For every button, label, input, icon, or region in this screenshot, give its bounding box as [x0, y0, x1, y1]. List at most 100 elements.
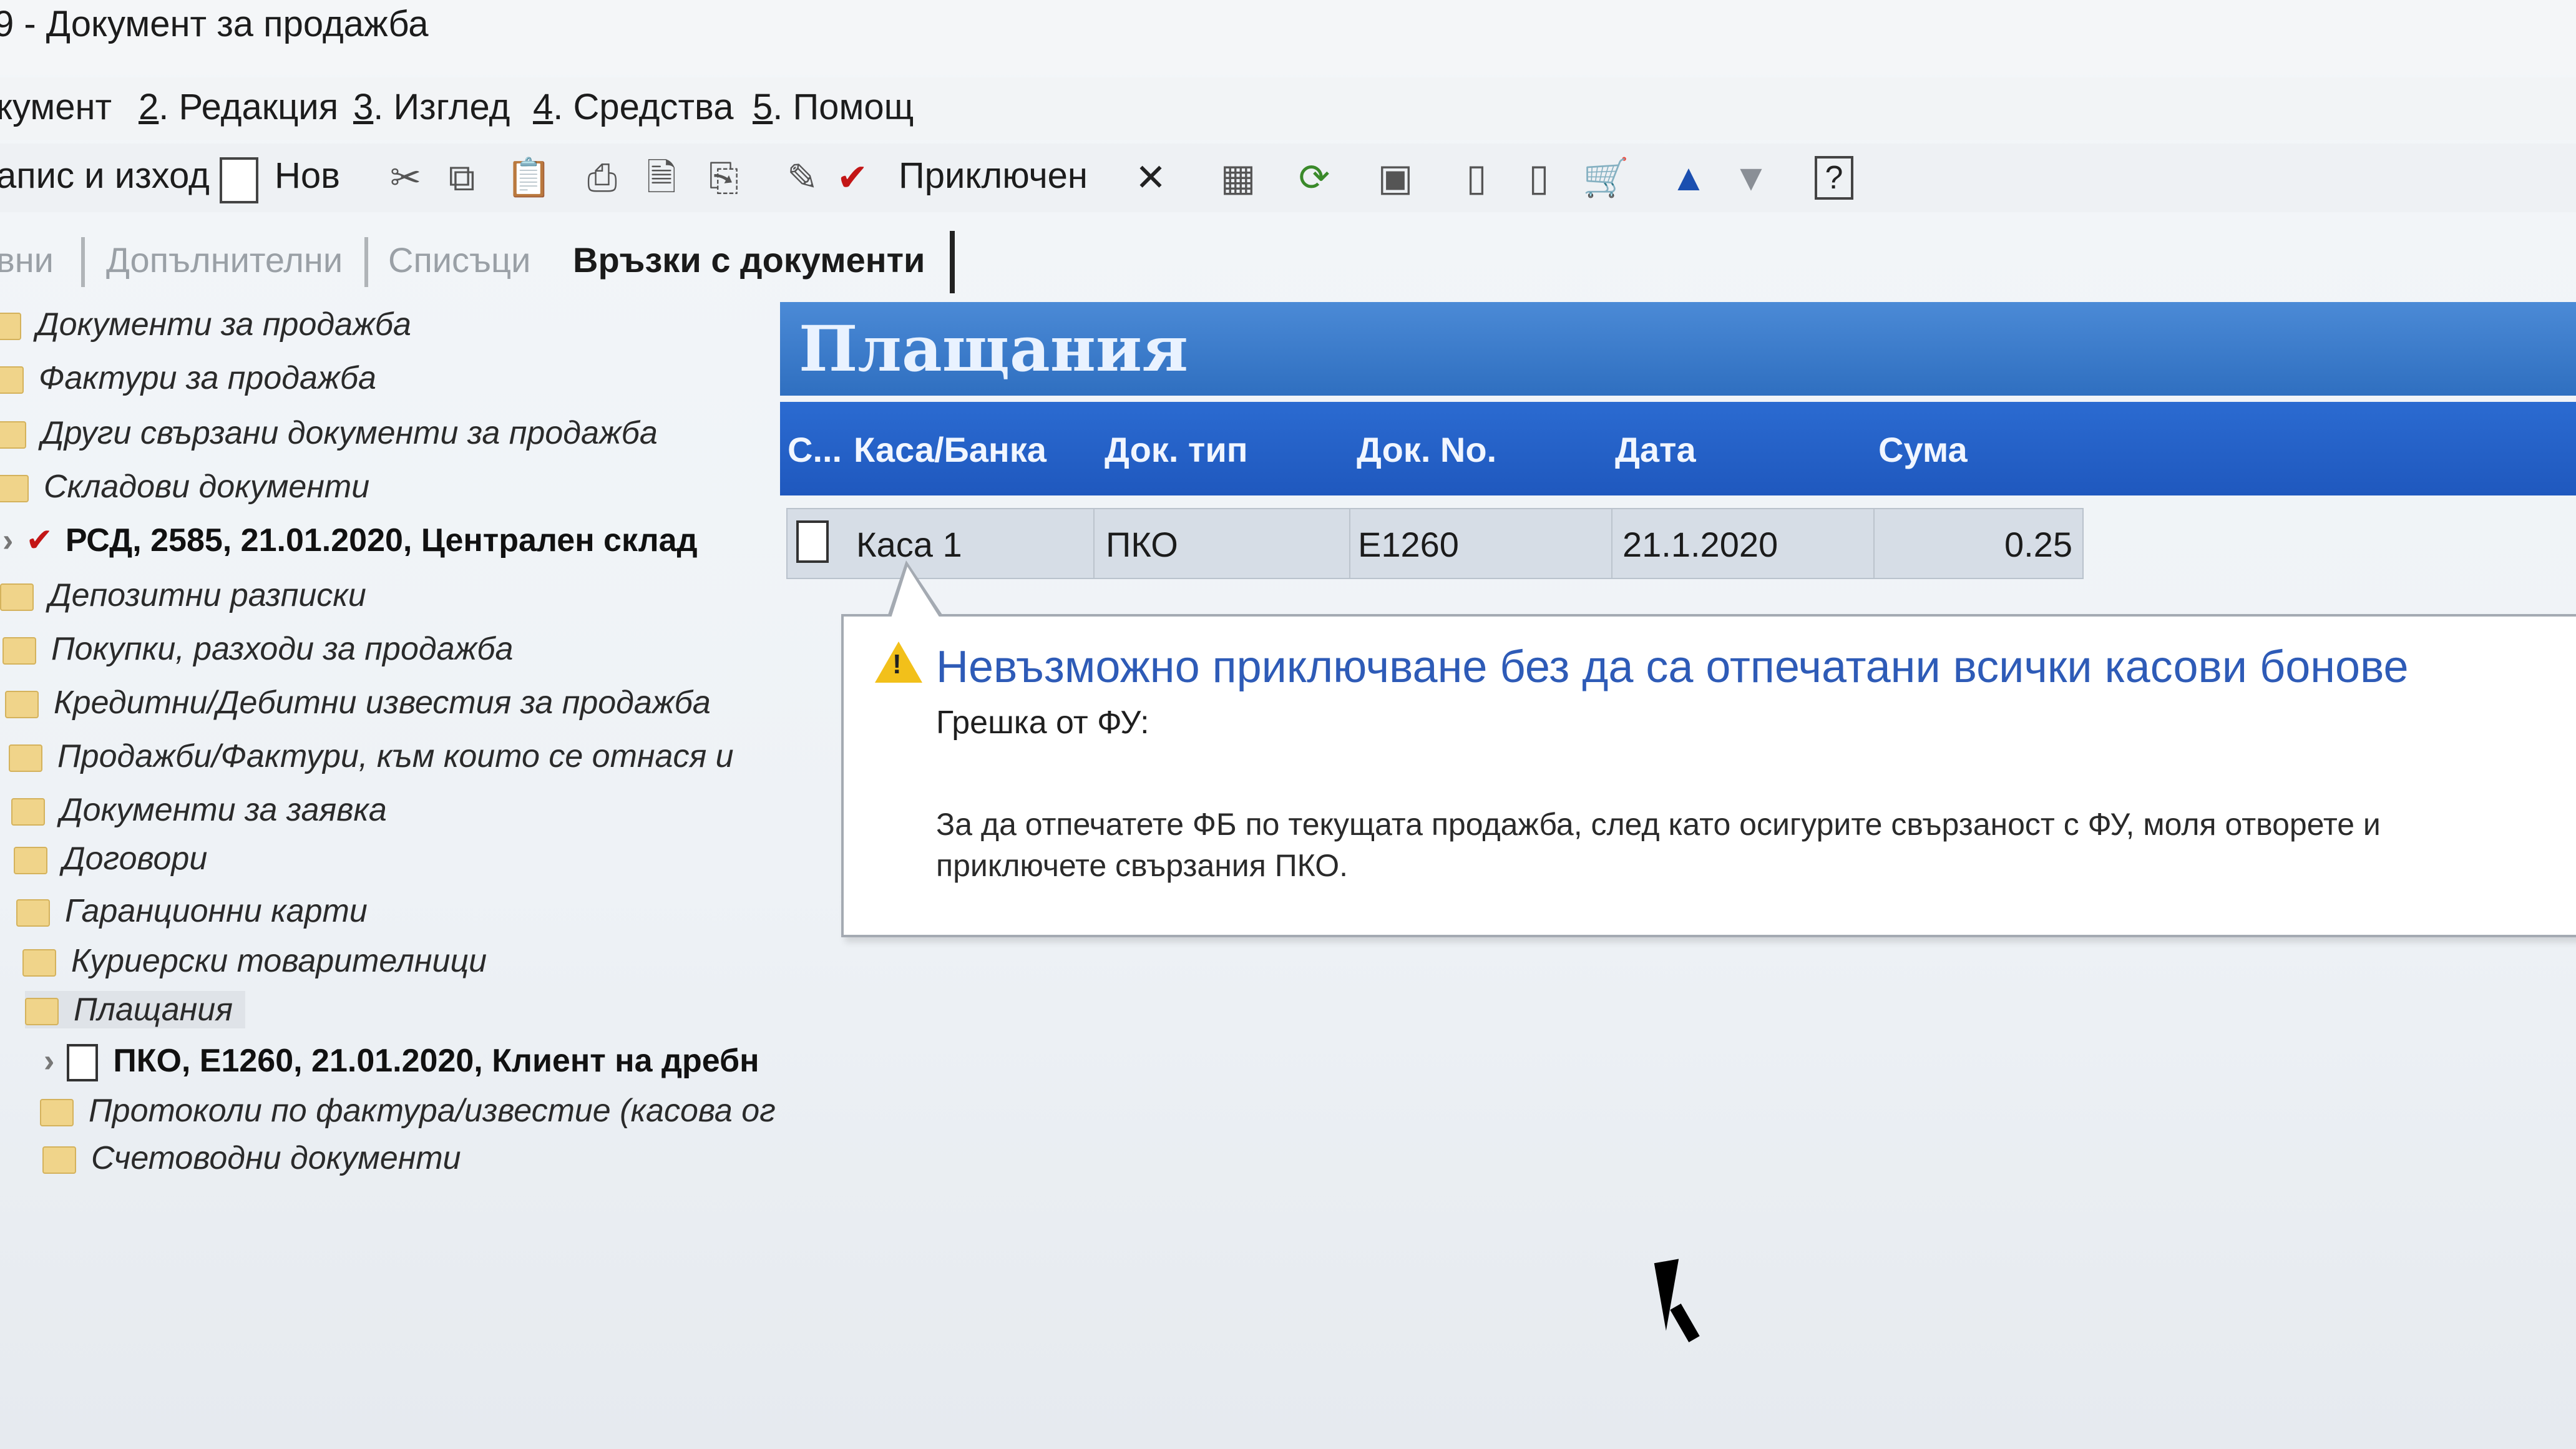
tree-item[interactable]: Куриерски товарителници [22, 942, 487, 980]
tree-item-warehouse-doc[interactable]: › ✔ РСД, 2585, 21.01.2020, Централен склад [2, 522, 698, 559]
menu-view[interactable]: 3. Изглед [353, 86, 510, 128]
cut-icon[interactable]: ✂ [387, 156, 424, 200]
chevron-right-icon[interactable]: › [44, 1043, 54, 1079]
window-title: 9 - Документ за продажба [0, 4, 429, 44]
document-icon [67, 1044, 99, 1082]
print-icon[interactable]: ⎙ [583, 156, 621, 200]
column-header-doc-type[interactable]: Док. тип [1105, 429, 1248, 470]
toolbar: апис и изход Нов ✂ ⧉ 📋 ⎙ 🗎 ⎘ ✎ ✔ Приключ… [0, 144, 2576, 212]
folder-icon [0, 366, 24, 394]
tree-item[interactable]: Фактури за продажба [0, 359, 376, 397]
complete-button[interactable]: Приключен [899, 155, 1088, 197]
column-header-cash-bank[interactable]: Каса/Банка [854, 429, 1046, 470]
payments-title: Плащания [799, 312, 1188, 386]
warning-exclamation: ! [892, 649, 902, 680]
tree-item[interactable]: Покупки, разходи за продажба [2, 630, 513, 668]
page-icon[interactable]: ▯ [1458, 156, 1495, 200]
tree-item[interactable]: Счетоводни документи [42, 1139, 461, 1177]
tree-item[interactable]: Договори [14, 840, 207, 877]
arrow-up-icon[interactable]: ▲ [1670, 156, 1707, 200]
column-header-status[interactable]: С... [788, 429, 842, 470]
folder-icon [0, 583, 34, 612]
tab-lists[interactable]: Списъци [388, 240, 530, 280]
column-header-date[interactable]: Дата [1615, 429, 1696, 470]
tooltip-title: Невъзможно приключване без да са отпечат… [936, 642, 2409, 692]
tree-item[interactable]: Гаранционни карти [16, 892, 368, 930]
tree-item[interactable]: Документи за продажба [0, 306, 411, 343]
tab-main[interactable]: вни [0, 240, 54, 280]
tree-item[interactable]: Други свързани документи за продажба [0, 414, 658, 452]
folder-icon [22, 949, 56, 977]
arrow-down-icon[interactable]: ▼ [1732, 156, 1770, 200]
document-icon [796, 520, 829, 563]
page2-icon[interactable]: ▯ [1520, 156, 1558, 200]
payments-header: Плащания [780, 302, 2576, 396]
table-row[interactable]: Каса 1 ПКО Е1260 21.1.2020 0.25 [786, 508, 2084, 579]
folder-icon [25, 998, 59, 1026]
cell-divider [1349, 509, 1350, 578]
tab-separator [81, 237, 85, 287]
refresh-icon[interactable]: ⟳ [1295, 156, 1333, 200]
folder-icon [42, 1146, 76, 1174]
folder-icon [16, 899, 50, 927]
cell-divider [1093, 509, 1095, 578]
help-icon[interactable]: ? [1815, 156, 1853, 200]
tree-item-payment-doc[interactable]: › ПКО, Е1260, 21.01.2020, Клиент на дребн [44, 1042, 759, 1082]
tooltip-subtitle: Грешка от ФУ: [936, 705, 1149, 741]
app-window: 9 - Документ за продажба кумент 2. Редак… [0, 0, 2576, 1449]
column-header-amount[interactable]: Сума [1878, 429, 1968, 470]
menu-help[interactable]: 5. Помощ [753, 86, 914, 128]
folder-icon [9, 744, 42, 773]
checkmark-icon: ✔ [26, 522, 53, 559]
paste-icon[interactable]: 📋 [505, 156, 552, 200]
chevron-right-icon[interactable]: › [2, 522, 13, 559]
print-preview-icon[interactable]: 🗎 [643, 156, 680, 200]
menu-tools[interactable]: 4. Средства [533, 86, 733, 128]
tree-item[interactable]: Продажби/Фактури, към които се отнася и [9, 738, 734, 775]
calculator-icon[interactable]: ▦ [1219, 156, 1257, 200]
folder-icon [0, 475, 29, 503]
insert-icon[interactable]: ▣ [1377, 156, 1414, 200]
folder-icon [14, 847, 47, 875]
folder-icon [11, 798, 45, 826]
payments-grid-header: С... Каса/Банка Док. тип Док. No. Дата С… [780, 402, 2576, 495]
new-button[interactable]: Нов [275, 155, 340, 197]
tab-active-marker [950, 231, 955, 293]
attachment-icon[interactable]: ⎘ [705, 156, 743, 200]
folder-icon [40, 1099, 74, 1127]
tree-item[interactable]: Протоколи по фактура/известие (касова ог [40, 1092, 776, 1129]
menu-document[interactable]: кумент [0, 86, 112, 128]
tree-item-payments[interactable]: Плащания [25, 991, 245, 1028]
tooltip-body: За да отпечатете ФБ по текущата продажба… [936, 807, 2381, 883]
cell-amount: 0.25 [2004, 525, 2072, 564]
tab-bar: вни Допълнителни Списъци Връзки с докуме… [0, 225, 2576, 293]
folder-icon [0, 313, 21, 341]
document-links-tree: Документи за продажба Фактури за продажб… [0, 300, 793, 1236]
folder-icon [0, 421, 26, 449]
cell-date: 21.1.2020 [1622, 525, 1778, 564]
tree-item[interactable]: Документи за заявка [11, 791, 387, 829]
tab-additional[interactable]: Допълнителни [106, 240, 343, 280]
tree-item[interactable]: Депозитни разписки [0, 577, 366, 614]
save-exit-button[interactable]: апис и изход [0, 155, 210, 197]
tooltip-pointer-fill [891, 567, 940, 618]
new-document-icon [220, 157, 258, 203]
folder-icon [2, 637, 36, 665]
tab-document-links[interactable]: Връзки с документи [573, 240, 925, 280]
copy-icon[interactable]: ⧉ [443, 156, 481, 200]
title-bar: 9 - Документ за продажба [0, 0, 2576, 75]
tree-item[interactable]: Складови документи [0, 468, 369, 505]
cart-icon[interactable]: 🛒 [1583, 156, 1629, 200]
column-header-doc-no[interactable]: Док. No. [1357, 429, 1496, 470]
checkmark-icon[interactable]: ✔ [834, 156, 871, 200]
tab-separator [364, 237, 368, 287]
tree-item[interactable]: Кредитни/Дебитни известия за продажба [5, 684, 711, 721]
cell-divider [1873, 509, 1875, 578]
edit-document-icon[interactable]: ✎ [784, 156, 821, 200]
cell-cash-bank: Каса 1 [856, 525, 962, 564]
close-x-icon[interactable]: ✕ [1132, 156, 1169, 200]
menu-edit[interactable]: 2. Редакция [139, 86, 338, 128]
cell-divider [1611, 509, 1612, 578]
folder-icon [5, 691, 39, 719]
cell-doc-no: Е1260 [1358, 525, 1459, 564]
